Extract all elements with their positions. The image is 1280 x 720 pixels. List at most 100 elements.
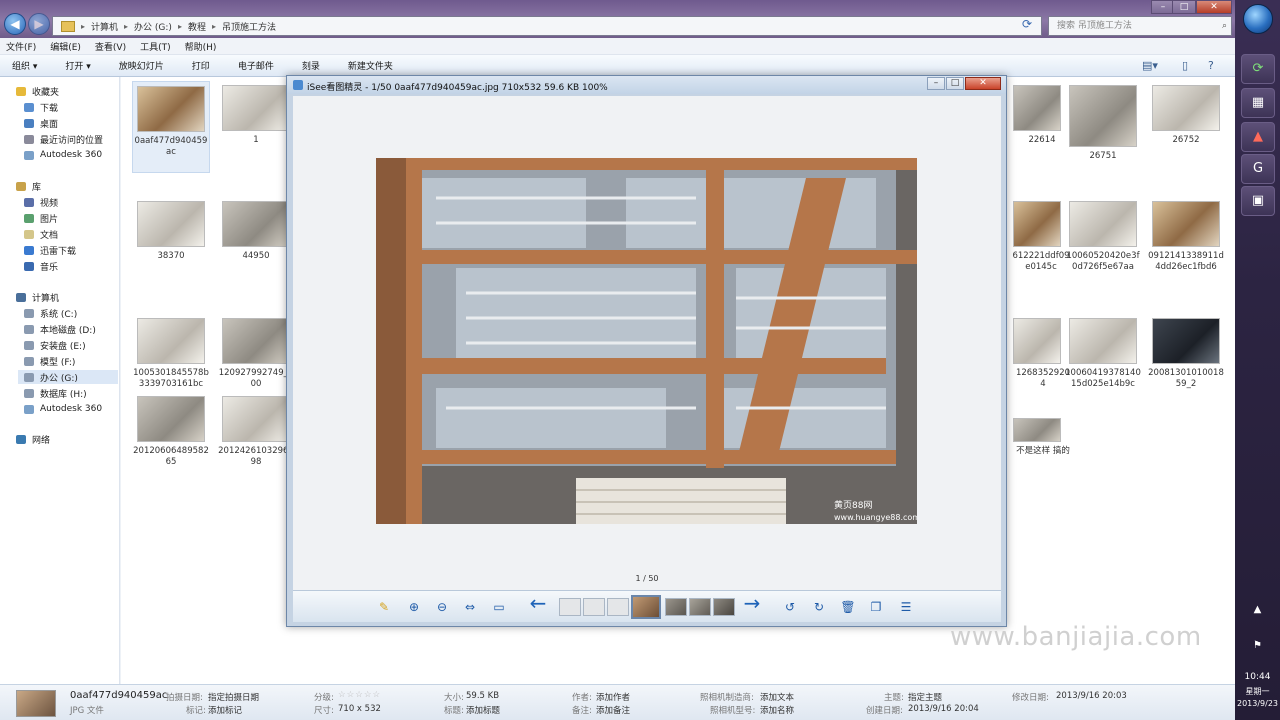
clock-time[interactable]: 10:44 [1235,672,1280,682]
nav-documents[interactable]: 文档 [24,227,58,241]
viewer-minimize-button[interactable]: – [927,77,945,90]
breadcrumb-drive[interactable]: 办公 (G:) [134,20,172,33]
file-item[interactable]: 0912141338911d4dd26ec1fbd6 [1147,197,1225,273]
tags-field[interactable]: 添加标记 [208,704,242,716]
thumb-strip-item[interactable] [665,598,687,616]
search-input[interactable]: 搜索 吊顶施工方法 ⌕ [1048,16,1232,36]
copy-icon[interactable]: ❐ [867,599,885,615]
preview-pane-icon[interactable]: ▯ [1182,59,1188,72]
viewer-titlebar[interactable]: iSee看图精灵 - 1/50 0aaf477d940459ac.jpg 710… [287,76,1006,94]
refresh-icon[interactable]: ⟳ [1016,17,1038,35]
camera-maker-field[interactable]: 添加文本 [760,691,794,703]
isee-taskbar-icon[interactable]: ▣ [1241,186,1275,216]
file-item[interactable]: 20124261032961 98 [217,392,295,468]
nav-favorites[interactable]: 收藏夹 [16,84,59,98]
menu-help[interactable]: 帮助(H) [185,40,217,53]
nav-pictures[interactable]: 图片 [24,211,58,225]
slideshow-icon[interactable]: ▭ [490,599,508,615]
thumb-strip-item[interactable] [689,598,711,616]
menu-view[interactable]: 查看(V) [95,40,126,53]
nav-computer[interactable]: 计算机 [16,290,59,304]
tray-network-icon[interactable]: ⚑ [1235,640,1280,651]
rotate-right-icon[interactable]: ↻ [810,599,828,615]
menu-tools[interactable]: 工具(T) [140,40,171,53]
nav-autodesk-fav[interactable]: Autodesk 360 [24,148,102,162]
open-button[interactable]: 打开 ▾ [65,59,90,72]
thumb-strip-item[interactable] [607,598,629,616]
delete-icon[interactable]: 🗑 [839,599,857,615]
start-orb-icon[interactable] [1243,4,1273,34]
file-item[interactable]: 38370 [132,197,210,262]
nav-network[interactable]: 网络 [16,432,50,446]
nav-drive-h[interactable]: 数据库 (H:) [24,386,87,400]
forward-button[interactable]: ▶ [28,13,50,35]
burn-button[interactable]: 刻录 [302,59,320,72]
thumb-strip-item[interactable] [583,598,605,616]
file-item[interactable]: 26752 [1147,81,1225,146]
nav-videos[interactable]: 视频 [24,195,58,209]
app-g-icon[interactable]: G [1241,154,1275,184]
file-item[interactable]: 44950 [217,197,295,262]
view-options-icon[interactable]: ▤▾ [1142,59,1158,72]
file-item[interactable]: 2008130101001859_2 [1147,314,1225,390]
file-item[interactable]: 10060419378140 15d025e14b9c [1064,314,1142,390]
autocad-icon[interactable]: ▲ [1241,122,1275,152]
file-item[interactable]: 1 [217,81,295,146]
menu-edit[interactable]: 编辑(E) [50,40,81,53]
prev-arrow-icon[interactable]: ← [525,593,551,613]
breadcrumb-computer[interactable]: 计算机 [91,20,118,33]
organize-button[interactable]: 组织 ▾ [12,59,37,72]
nav-desktop[interactable]: 桌面 [24,116,58,130]
file-item[interactable]: 2012060648958265 [132,392,210,468]
nav-autodesk[interactable]: Autodesk 360 [24,402,102,416]
camera-model-field[interactable]: 添加名称 [760,704,794,716]
menu-file[interactable]: 文件(F) [6,40,36,53]
nav-recent[interactable]: 最近访问的位置 [24,132,103,146]
subject-field[interactable]: 指定主题 [908,691,942,703]
address-bar[interactable]: ▸ 计算机 ▸ 办公 (G:) ▸ 教程 ▸ 吊顶施工方法 [52,16,1042,36]
app-360-icon[interactable]: ⟳ [1241,54,1275,84]
nav-thunder[interactable]: 迅雷下载 [24,243,76,257]
thumb-strip-item[interactable] [559,598,581,616]
nav-drive-c[interactable]: 系统 (C:) [24,306,77,320]
viewer-close-button[interactable]: ✕ [965,77,1001,90]
nav-libraries[interactable]: 库 [16,179,41,193]
maximize-button[interactable]: □ [1172,0,1196,14]
shot-date-field[interactable]: 指定拍摄日期 [208,691,259,703]
file-item[interactable]: 26751 [1064,81,1142,162]
rating-stars[interactable]: ☆☆☆☆☆ [338,690,381,700]
zoom-in-icon[interactable]: ⊕ [405,599,423,615]
breadcrumb-current[interactable]: 吊顶施工方法 [222,20,276,33]
slideshow-button[interactable]: 放映幻灯片 [119,59,164,72]
file-item[interactable]: 1005301845578b3339703161bc [132,314,210,390]
help-icon[interactable]: ? [1208,59,1214,72]
new-folder-button[interactable]: 新建文件夹 [348,59,393,72]
nav-drive-f[interactable]: 模型 (F:) [24,354,75,368]
breadcrumb-tutorial[interactable]: 教程 [188,20,206,33]
title-field[interactable]: 添加标题 [466,704,500,716]
zoom-out-icon[interactable]: ⊖ [433,599,451,615]
nav-music[interactable]: 音乐 [24,259,58,273]
nav-drive-e[interactable]: 安装盘 (E:) [24,338,86,352]
file-item[interactable]: 10060520420e3f0d726f5e67aa [1064,197,1142,273]
explorer-taskbar-icon[interactable]: ▦ [1241,88,1275,118]
rotate-left-icon[interactable]: ↺ [781,599,799,615]
nav-drive-d[interactable]: 本地磁盘 (D:) [24,322,96,336]
file-item[interactable]: 120927992749_000 [217,314,295,390]
viewer-maximize-button[interactable]: □ [946,77,964,90]
back-button[interactable]: ◀ [4,13,26,35]
file-item[interactable]: 0aaf477d940459ac [132,81,210,173]
nav-downloads[interactable]: 下载 [24,100,58,114]
fit-icon[interactable]: ⇔ [461,599,479,615]
ceiling-photo[interactable]: 黄页88网 www.huangye88.com [376,158,917,524]
tray-expand-icon[interactable]: ▲ [1235,604,1280,615]
nav-drive-g[interactable]: 办公 (G:) [18,370,118,384]
brush-icon[interactable]: ✎ [375,599,393,615]
thumb-strip-current[interactable] [631,595,661,619]
print-button[interactable]: 打印 [192,59,210,72]
author-field[interactable]: 添加作者 [596,691,630,703]
email-button[interactable]: 电子邮件 [238,59,274,72]
menu-icon[interactable]: ☰ [897,599,915,615]
next-arrow-icon[interactable]: → [739,593,765,613]
thumb-strip-item[interactable] [713,598,735,616]
